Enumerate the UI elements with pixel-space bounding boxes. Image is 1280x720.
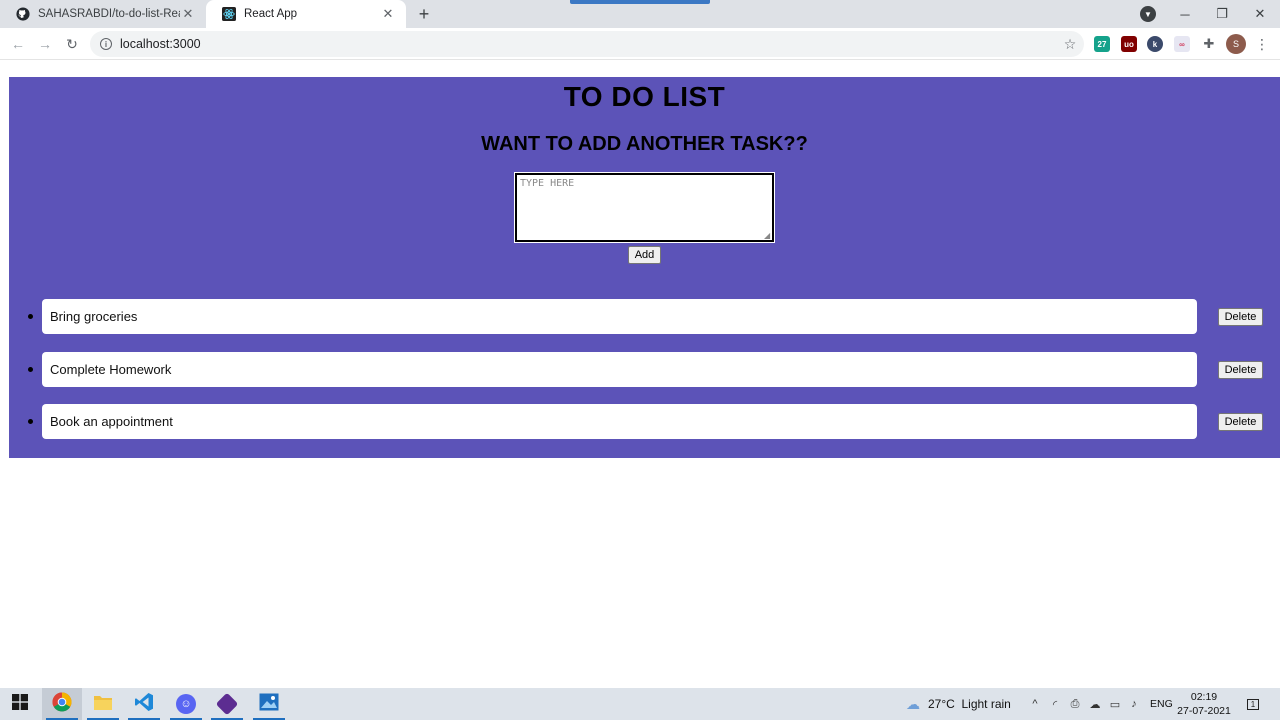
extension-k-icon[interactable]: k: [1147, 36, 1163, 52]
add-task-heading: WANT TO ADD ANOTHER TASK??: [481, 133, 808, 155]
cloud-rain-icon: ☁: [906, 695, 920, 712]
extension-grammar-icon[interactable]: ∞: [1174, 36, 1190, 52]
close-tab-icon[interactable]: ✕: [380, 6, 396, 22]
photos-icon: [259, 693, 279, 716]
task-text: Bring groceries: [42, 299, 1197, 334]
address-bar[interactable]: i localhost:3000 ☆: [90, 31, 1084, 57]
back-icon[interactable]: ←: [8, 34, 28, 54]
reload-icon[interactable]: ↻: [62, 34, 82, 54]
extension-ublock-icon[interactable]: uo: [1121, 36, 1137, 52]
windows-icon: [12, 693, 28, 715]
date-text: 27-07-2021: [1177, 705, 1231, 717]
tab-title: SAHASRABDI/to-do-list-React: [38, 8, 180, 20]
browser-toolbar: ← → ↻ i localhost:3000 ☆ 27 uo k ∞ ✚ S ⋮: [0, 28, 1280, 60]
notification-count: 1: [1246, 698, 1260, 710]
task-item: Bring groceries Delete: [9, 299, 1280, 335]
discord-icon: ☺: [176, 694, 196, 714]
bullet-icon: [28, 314, 33, 319]
profile-avatar[interactable]: S: [1226, 34, 1246, 54]
taskbar-discord[interactable]: ☺: [166, 688, 206, 720]
todo-app: TO DO LIST WANT TO ADD ANOTHER TASK?? ◢ …: [9, 77, 1280, 458]
chevron-up-icon[interactable]: ^: [1028, 697, 1042, 711]
delete-button[interactable]: Delete: [1218, 413, 1263, 431]
url-text: localhost:3000: [120, 37, 201, 51]
tab-strip: SAHASRABDI/to-do-list-React ✕ React App …: [0, 0, 1280, 28]
browser-menu-icon[interactable]: ⋮: [1254, 34, 1270, 54]
bullet-icon: [28, 419, 33, 424]
bullet-icon: [28, 367, 33, 372]
visual-studio-icon: [215, 692, 239, 716]
onedrive-icon[interactable]: ☁: [1088, 697, 1102, 711]
chrome-icon: [52, 692, 72, 717]
tab-react-app[interactable]: React App ✕: [206, 0, 406, 28]
taskbar-photos[interactable]: [249, 688, 289, 720]
time-text: 02:19: [1190, 691, 1218, 703]
delete-button[interactable]: Delete: [1218, 308, 1263, 326]
taskbar-visual-studio[interactable]: [207, 688, 247, 720]
language-indicator[interactable]: ENG: [1150, 688, 1173, 720]
restore-icon[interactable]: ❐: [1212, 4, 1232, 24]
github-icon: [16, 7, 30, 21]
notification-icon[interactable]: 1: [1244, 696, 1262, 712]
taskbar-chrome[interactable]: [42, 688, 82, 720]
task-item: Complete Homework Delete: [9, 352, 1280, 388]
window-drag-indicator: [570, 0, 710, 4]
weather-widget[interactable]: ☁ 27°C Light rain: [906, 688, 1011, 720]
task-text: Book an appointment: [42, 404, 1197, 439]
task-text: Complete Homework: [42, 352, 1197, 387]
folder-icon: [93, 693, 113, 716]
tab-title: React App: [244, 8, 298, 20]
task-input[interactable]: [514, 172, 775, 243]
taskbar: ☺ ☁ 27°C Light rain ^ ◜ ⎙ ☁ ▭ ♪ ENG 02:1…: [0, 688, 1280, 720]
tab-search-icon[interactable]: ▼: [1140, 6, 1156, 22]
network-icon[interactable]: ◜: [1048, 697, 1062, 711]
new-tab-icon[interactable]: +: [414, 4, 434, 24]
start-button[interactable]: [0, 688, 40, 720]
extension-calendar-icon[interactable]: 27: [1094, 36, 1110, 52]
site-info-icon[interactable]: i: [100, 38, 112, 50]
tab-github[interactable]: SAHASRABDI/to-do-list-React ✕: [0, 0, 206, 28]
bookmark-star-icon[interactable]: ☆: [1056, 36, 1084, 53]
taskbar-file-explorer[interactable]: [83, 688, 123, 720]
resize-handle-icon[interactable]: ◢: [764, 232, 772, 240]
close-tab-icon[interactable]: ✕: [180, 6, 196, 22]
task-item: Book an appointment Delete: [9, 404, 1280, 440]
volume-icon[interactable]: ♪: [1127, 697, 1141, 711]
delete-button[interactable]: Delete: [1218, 361, 1263, 379]
extensions-puzzle-icon[interactable]: ✚: [1201, 36, 1217, 52]
minimize-icon[interactable]: ─: [1175, 4, 1195, 24]
battery-icon[interactable]: ▭: [1108, 697, 1122, 711]
react-icon: [222, 7, 236, 21]
clock[interactable]: 02:19 27-07-2021: [1172, 690, 1236, 718]
forward-icon[interactable]: →: [35, 34, 55, 54]
vscode-icon: [134, 692, 154, 717]
printer-icon[interactable]: ⎙: [1068, 697, 1082, 711]
add-button[interactable]: Add: [628, 246, 661, 264]
close-window-icon[interactable]: ✕: [1250, 4, 1270, 24]
taskbar-vscode[interactable]: [124, 688, 164, 720]
weather-text: 27°C Light rain: [928, 697, 1011, 711]
page-title: TO DO LIST: [563, 81, 726, 112]
